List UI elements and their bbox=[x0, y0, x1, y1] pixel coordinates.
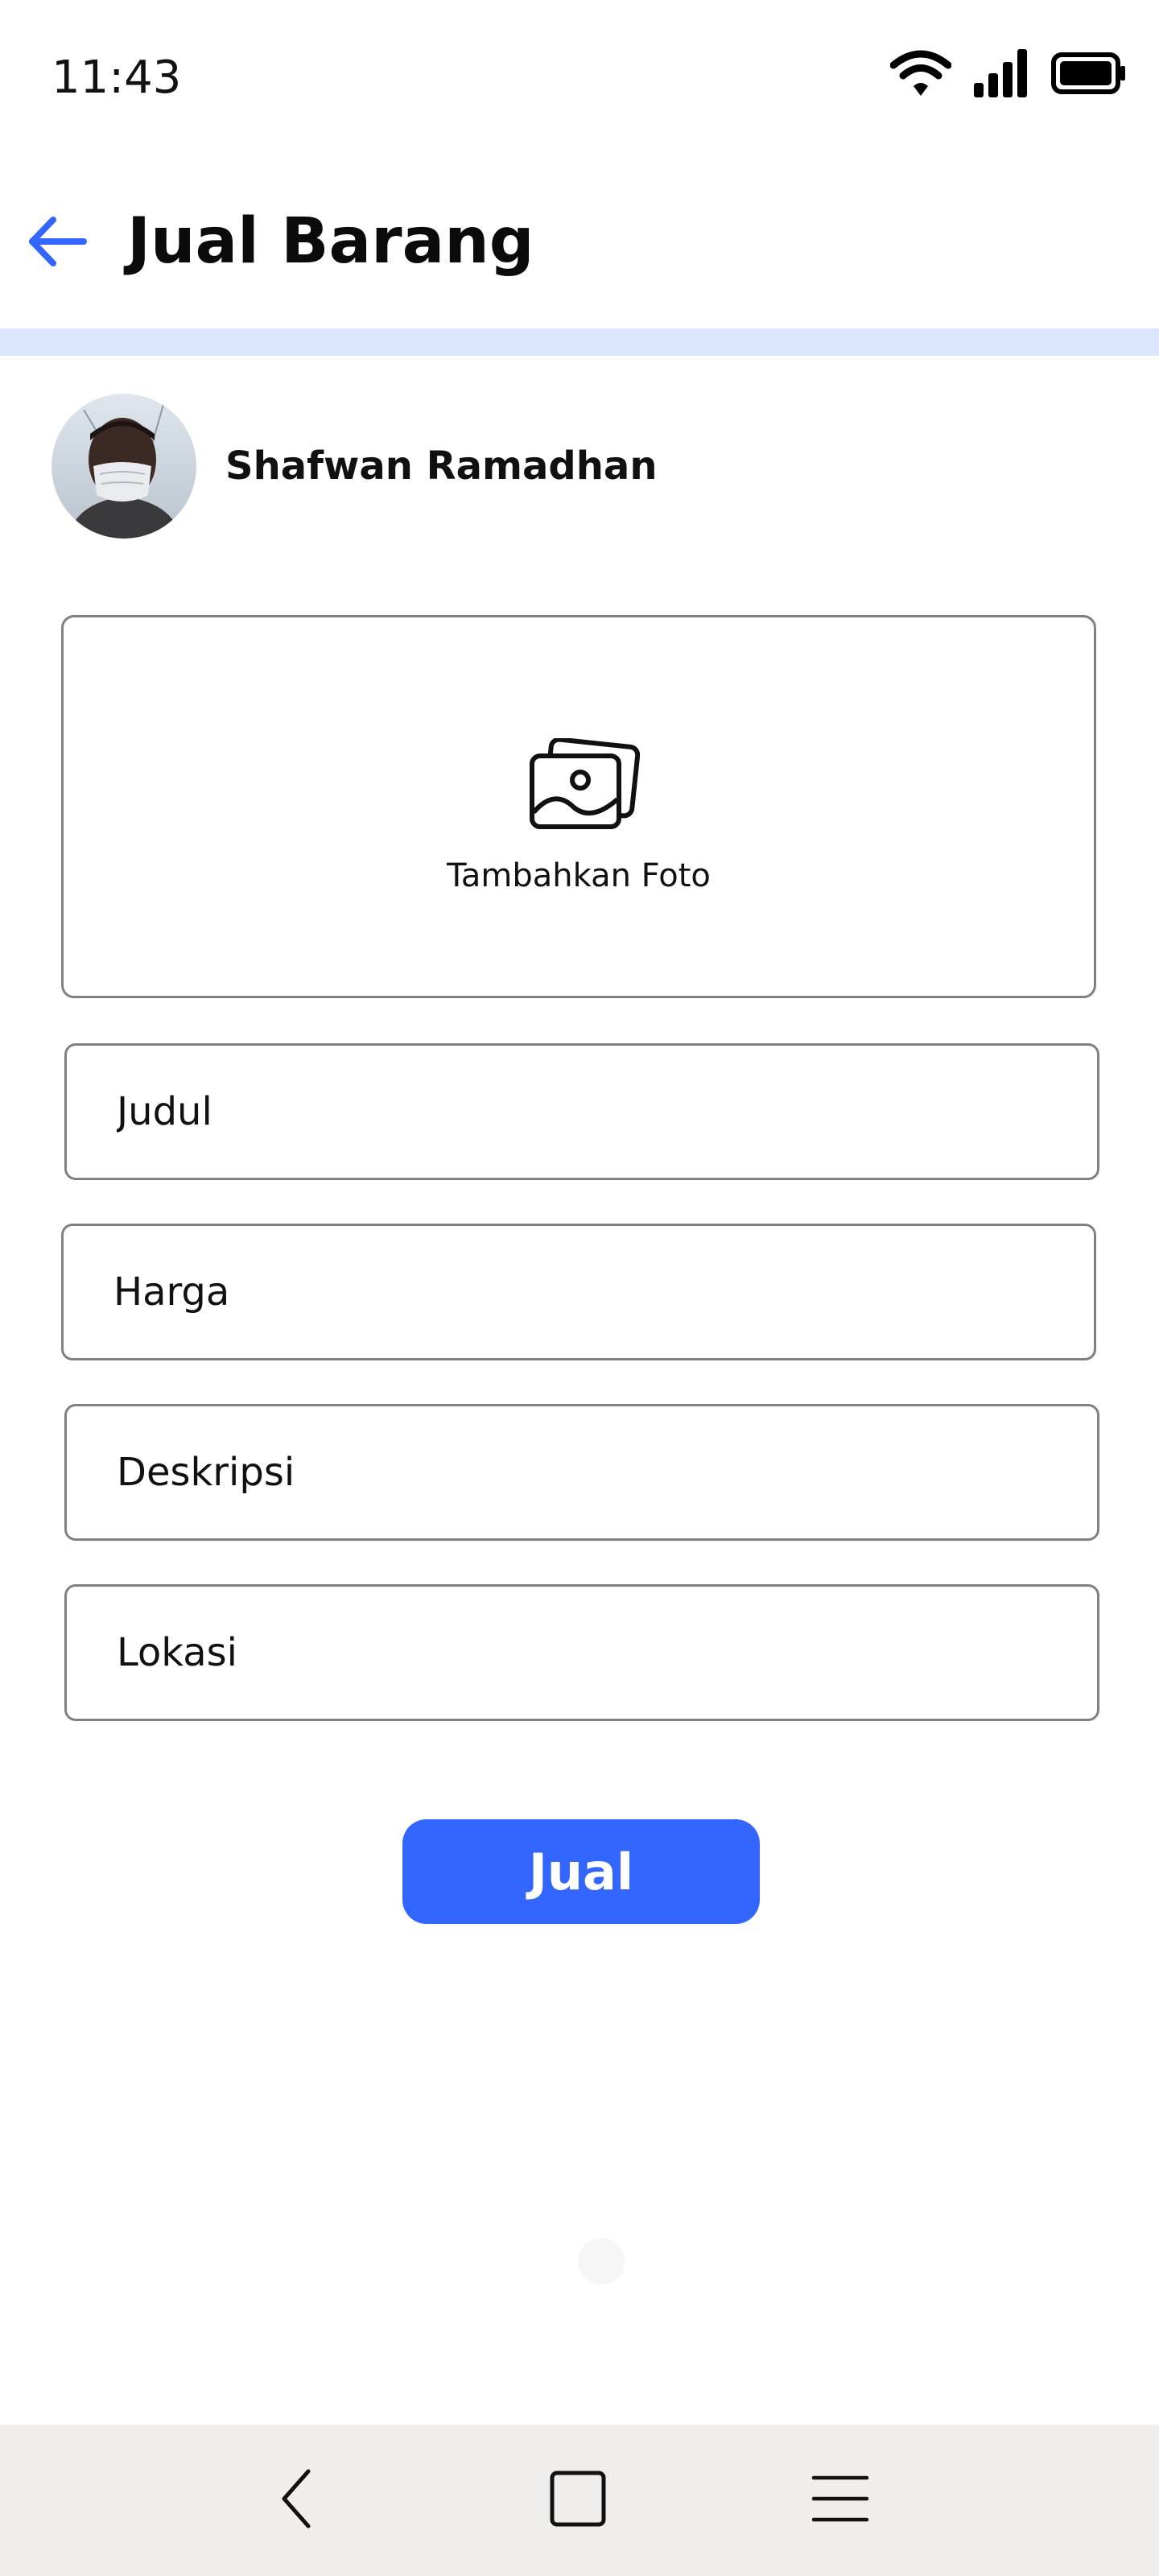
system-nav-bar bbox=[0, 2425, 1159, 2576]
app-header: Jual Barang bbox=[0, 177, 1159, 306]
page-title: Jual Barang bbox=[127, 205, 534, 278]
user-name: Shafwan Ramadhan bbox=[225, 444, 658, 489]
header-divider bbox=[0, 328, 1159, 356]
menu-lines-icon bbox=[811, 2473, 869, 2528]
description-field[interactable] bbox=[64, 1404, 1099, 1541]
location-input[interactable] bbox=[115, 1629, 1097, 1676]
nav-menu-button[interactable] bbox=[800, 2460, 881, 2541]
user-row: Shafwan Ramadhan bbox=[52, 393, 657, 539]
price-field[interactable] bbox=[61, 1224, 1096, 1360]
back-chevron-icon bbox=[276, 2467, 316, 2534]
battery-icon bbox=[1051, 52, 1127, 97]
description-input[interactable] bbox=[115, 1449, 1097, 1496]
status-time: 11:43 bbox=[52, 52, 182, 104]
photo-gallery-icon bbox=[527, 737, 641, 835]
title-input[interactable] bbox=[115, 1088, 1097, 1135]
home-square-icon bbox=[549, 2470, 607, 2531]
sell-button[interactable]: Jual bbox=[402, 1819, 760, 1924]
faint-plus-icon bbox=[578, 2238, 625, 2285]
avatar[interactable] bbox=[52, 394, 196, 539]
nav-home-button[interactable] bbox=[538, 2460, 618, 2541]
price-input[interactable] bbox=[112, 1269, 1094, 1315]
add-photo-box[interactable]: Tambahkan Foto bbox=[61, 615, 1096, 998]
status-bar: 11:43 bbox=[0, 0, 1159, 153]
back-button[interactable] bbox=[18, 204, 95, 282]
nav-back-button[interactable] bbox=[256, 2460, 336, 2541]
wifi-icon bbox=[889, 49, 952, 101]
title-field[interactable] bbox=[64, 1043, 1099, 1180]
location-field[interactable] bbox=[64, 1584, 1099, 1721]
arrow-left-icon bbox=[26, 215, 87, 271]
status-icons bbox=[889, 47, 1127, 103]
signal-icon bbox=[972, 47, 1030, 102]
add-photo-label: Tambahkan Foto bbox=[447, 857, 711, 894]
